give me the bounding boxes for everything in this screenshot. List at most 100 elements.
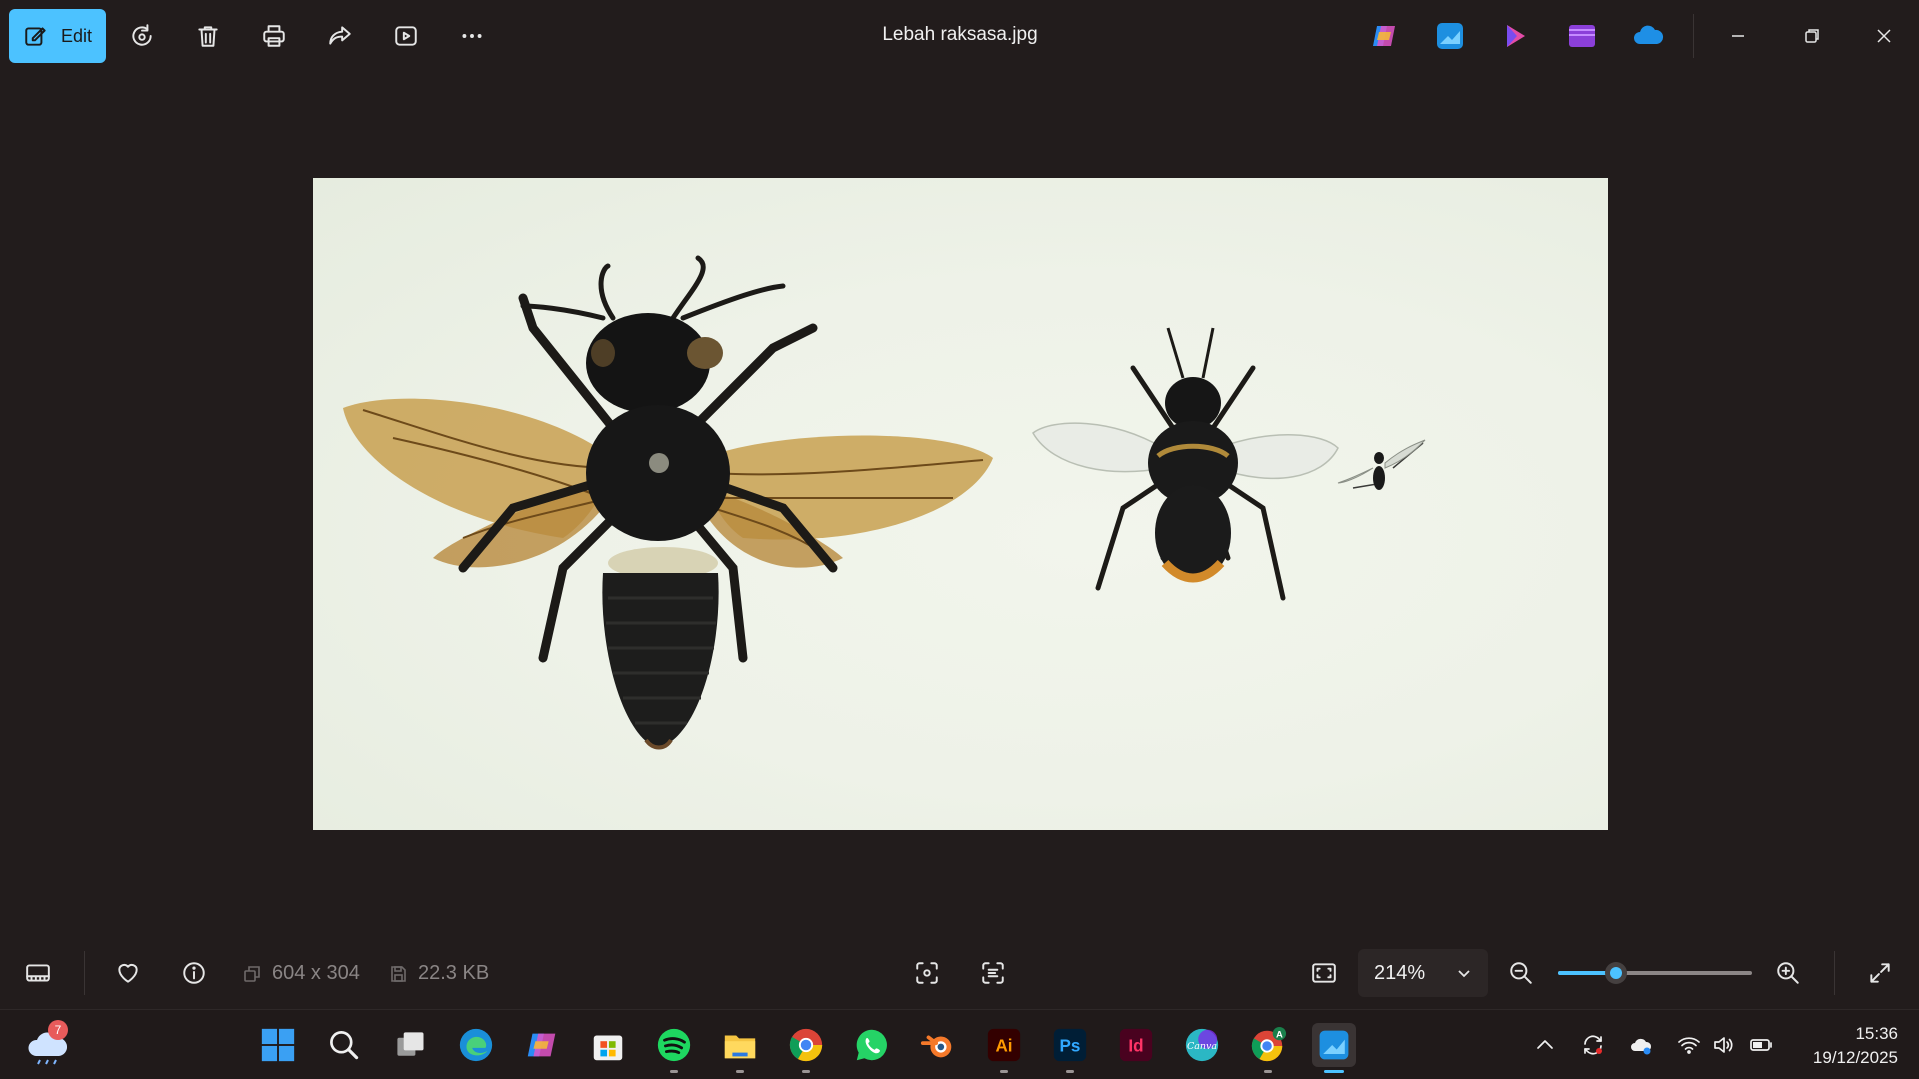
file-size: 22.3 KB — [388, 962, 489, 985]
edge-icon — [459, 1028, 493, 1062]
volume-tray-button[interactable] — [1710, 1032, 1736, 1058]
heart-icon — [118, 963, 138, 983]
store-icon — [593, 1035, 623, 1061]
onedrive-icon[interactable] — [1632, 20, 1664, 52]
scan-text-button[interactable] — [975, 955, 1011, 991]
info-icon — [183, 962, 205, 984]
folder-icon — [724, 1035, 756, 1059]
sync-icon — [1584, 1035, 1602, 1055]
start-button[interactable] — [256, 1023, 300, 1067]
copilot-taskbar-button[interactable] — [520, 1023, 564, 1067]
edge-taskbar-button[interactable] — [454, 1023, 498, 1067]
photoshop-taskbar-button[interactable]: Ps — [1048, 1023, 1092, 1073]
share-button[interactable] — [320, 16, 360, 56]
zoom-level-dropdown[interactable]: 214% — [1358, 949, 1488, 997]
canva-icon: Canva — [1185, 1028, 1219, 1062]
running-indicator — [670, 1070, 678, 1073]
sync-tray-button[interactable] — [1580, 1032, 1606, 1058]
minimize-button[interactable] — [1718, 16, 1758, 56]
copilot-taskbar-icon — [527, 1033, 556, 1057]
wifi-tray-button[interactable] — [1676, 1032, 1702, 1058]
delete-icon — [198, 26, 218, 47]
slideshow-icon — [395, 26, 417, 46]
designer-icon[interactable] — [1566, 20, 1598, 52]
file-info-button[interactable] — [176, 955, 212, 991]
fit-window-icon — [1312, 963, 1336, 983]
share-icon — [329, 26, 351, 45]
delete-button[interactable] — [188, 16, 228, 56]
dimensions-value: 604 x 304 — [272, 962, 360, 984]
file-size-value: 22.3 KB — [418, 962, 490, 984]
clipchamp-icon[interactable] — [1500, 20, 1532, 52]
slideshow-button[interactable] — [386, 16, 426, 56]
whatsapp-taskbar-button[interactable] — [850, 1023, 894, 1067]
clock-date: 19/12/2025 — [1812, 1048, 1898, 1067]
wifi-icon — [1678, 1037, 1700, 1054]
show-hidden-icons-button[interactable] — [1532, 1032, 1558, 1058]
search-button[interactable] — [322, 1023, 366, 1067]
indesign-icon: Id — [1119, 1028, 1153, 1062]
weather-widget[interactable]: 7 — [26, 1020, 70, 1066]
zoom-level-value: 214% — [1374, 961, 1426, 984]
edit-button[interactable]: Edit — [9, 9, 106, 63]
print-button[interactable] — [254, 16, 294, 56]
photos-app-window: Edit Lebah raksasa.jpg 604 x 304 22.3 KB… — [0, 0, 1919, 1009]
taskbar-clock[interactable]: 15:36 19/12/2025 — [1788, 1022, 1898, 1070]
bottombar-divider-right — [1834, 951, 1835, 995]
zoom-in-button[interactable] — [1770, 955, 1806, 991]
close-button[interactable] — [1864, 16, 1904, 56]
fit-to-window-button[interactable] — [1306, 955, 1342, 991]
visual-search-button[interactable] — [909, 955, 945, 991]
windows-taskbar: 7 Ai Ps Id Canva A 15:36 19/12/2025 — [0, 1009, 1919, 1079]
indesign-taskbar-button[interactable]: Id — [1114, 1023, 1158, 1067]
filmstrip-button[interactable] — [20, 955, 56, 991]
windows-logo-icon — [261, 1028, 295, 1062]
photos-taskbar-button[interactable] — [1312, 1023, 1356, 1073]
running-indicator — [1066, 1070, 1074, 1073]
image-dimensions: 604 x 304 — [242, 962, 360, 985]
illustrator-label: Ai — [995, 1037, 1012, 1056]
copilot-icon[interactable] — [1368, 20, 1400, 52]
fullscreen-button[interactable] — [1862, 955, 1898, 991]
more-icon — [462, 34, 482, 38]
photos-app-icon[interactable] — [1434, 20, 1466, 52]
edit-button-label: Edit — [60, 25, 93, 46]
rotate-button[interactable] — [122, 16, 162, 56]
blender-icon — [920, 1035, 952, 1058]
task-view-icon — [397, 1032, 424, 1056]
tiny-bee — [1337, 439, 1426, 490]
illustrator-taskbar-button[interactable]: Ai — [982, 1023, 1026, 1073]
photoshop-label: Ps — [1060, 1037, 1081, 1056]
save-disk-icon — [391, 965, 406, 982]
spotify-taskbar-button[interactable] — [652, 1023, 696, 1073]
print-icon — [263, 25, 285, 47]
zoom-slider[interactable] — [1558, 962, 1752, 984]
blender-taskbar-button[interactable] — [916, 1023, 960, 1067]
zoom-slider-thumb[interactable] — [1605, 962, 1628, 984]
restore-button[interactable] — [1792, 16, 1832, 56]
task-view-button[interactable] — [388, 1023, 432, 1067]
onedrive-tray-icon — [1631, 1038, 1652, 1055]
chrome-profile-taskbar-button[interactable]: A — [1246, 1023, 1290, 1073]
scan-text-icon — [982, 962, 1004, 984]
more-options-button[interactable] — [452, 16, 492, 56]
canva-label: Canva — [1187, 1041, 1217, 1052]
visual-search-icon — [916, 962, 938, 984]
file-explorer-taskbar-button[interactable] — [718, 1023, 762, 1073]
photo-viewer-image[interactable] — [313, 178, 1608, 830]
onedrive-tray-button[interactable] — [1628, 1032, 1654, 1058]
favorite-button[interactable] — [110, 955, 146, 991]
spotify-icon — [657, 1028, 691, 1062]
filmstrip-icon — [26, 964, 50, 982]
chevron-up-icon — [1537, 1040, 1553, 1049]
indesign-label: Id — [1128, 1037, 1143, 1056]
battery-tray-button[interactable] — [1748, 1032, 1774, 1058]
zoom-out-button[interactable] — [1503, 955, 1539, 991]
chrome-profile-badge: A — [1276, 1029, 1283, 1040]
close-icon — [1877, 29, 1891, 43]
file-title: Lebah raksasa.jpg — [882, 24, 1038, 45]
store-taskbar-button[interactable] — [586, 1023, 630, 1067]
canva-taskbar-button[interactable]: Canva — [1180, 1023, 1224, 1067]
chrome-taskbar-button[interactable] — [784, 1023, 828, 1073]
whatsapp-icon — [856, 1029, 887, 1061]
